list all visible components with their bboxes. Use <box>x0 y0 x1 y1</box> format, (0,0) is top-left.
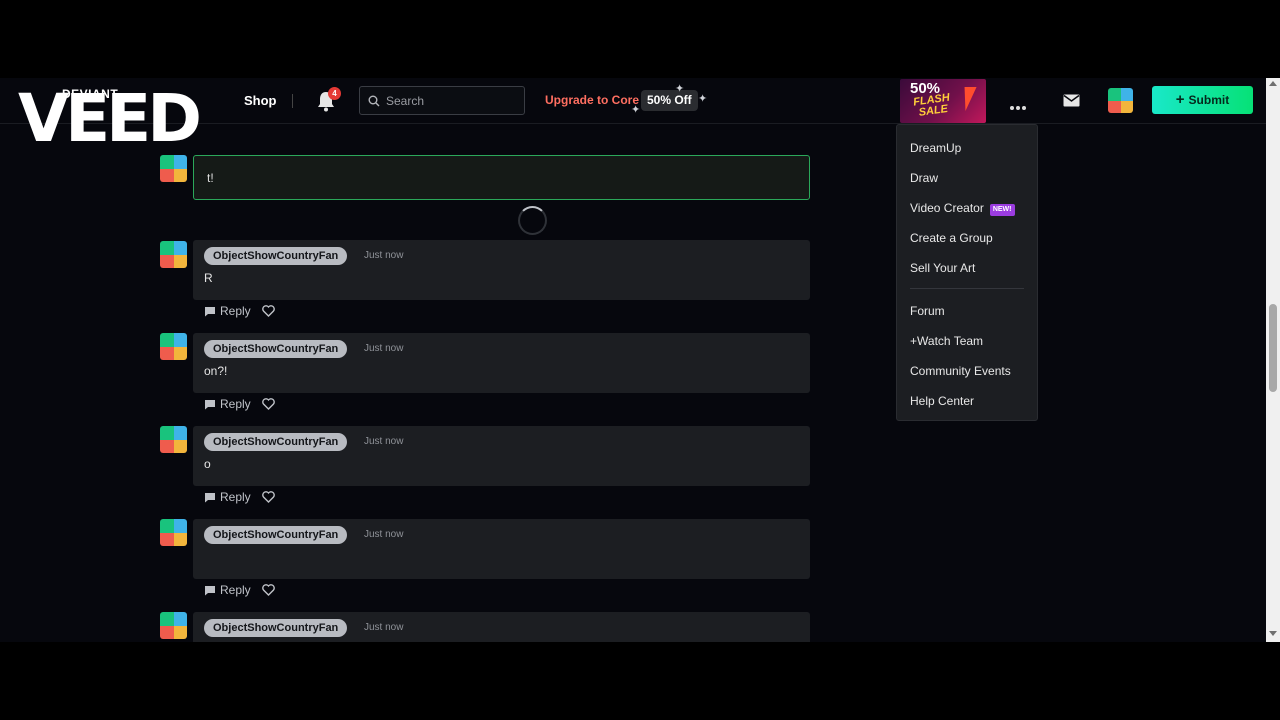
lightning-icon <box>959 87 977 111</box>
reply-button[interactable]: Reply <box>204 397 251 411</box>
comment-avatar[interactable] <box>160 519 187 546</box>
letterbox-bottom <box>0 642 1280 720</box>
more-options-icon[interactable] <box>1010 97 1032 110</box>
scroll-down-arrow-icon[interactable] <box>1269 631 1277 636</box>
reply-button[interactable]: Reply <box>204 583 251 597</box>
comment-username[interactable]: ObjectShowCountryFan <box>204 247 348 265</box>
menu-divider <box>910 288 1024 289</box>
sparkle-icon: ✦ <box>631 104 641 116</box>
reply-label: Reply <box>220 583 251 597</box>
discount-badge[interactable]: 50% Off <box>641 90 698 111</box>
menu-item-video-creator[interactable]: Video Creator NEW! <box>910 201 1015 216</box>
reply-label: Reply <box>220 304 251 318</box>
comment-card: ObjectShowCountryFan Just now on?! <box>193 333 810 393</box>
scroll-thumb[interactable] <box>1269 304 1277 392</box>
menu-item-draw[interactable]: Draw <box>910 171 938 185</box>
veed-watermark: VEED <box>18 80 202 157</box>
reply-button[interactable]: Reply <box>204 490 251 504</box>
more-menu-dropdown: DreamUp Draw Video Creator NEW! Create a … <box>896 124 1038 421</box>
reply-button[interactable]: Reply <box>204 304 251 318</box>
comment-text: o <box>204 457 211 471</box>
comment-timestamp: Just now <box>364 529 404 540</box>
comment-timestamp: Just now <box>364 250 404 261</box>
plus-icon: + <box>1175 91 1185 108</box>
comment-username[interactable]: ObjectShowCountryFan <box>204 526 348 544</box>
comment-card: ObjectShowCountryFan Just now <box>193 612 810 642</box>
comment-input-value: t! <box>207 171 214 185</box>
comment-username[interactable]: ObjectShowCountryFan <box>204 433 348 451</box>
comment-icon <box>205 307 215 317</box>
submit-label: Submit <box>1188 93 1230 107</box>
user-avatar[interactable] <box>1108 88 1133 113</box>
comment-avatar[interactable] <box>160 241 187 268</box>
shop-link[interactable]: Shop <box>244 93 277 108</box>
comment-card: ObjectShowCountryFan Just now R <box>193 240 810 300</box>
menu-item-watch-team[interactable]: +Watch Team <box>910 334 983 348</box>
reply-label: Reply <box>220 397 251 411</box>
comment-icon <box>205 400 215 410</box>
menu-item-forum[interactable]: Forum <box>910 304 945 318</box>
heart-icon[interactable] <box>262 584 275 596</box>
upgrade-core-link[interactable]: Upgrade to Core <box>545 93 639 107</box>
comment-username[interactable]: ObjectShowCountryFan <box>204 340 348 358</box>
flash-sale-text: FLASH SALE <box>913 92 952 120</box>
menu-item-community-events[interactable]: Community Events <box>910 364 1011 378</box>
heart-icon[interactable] <box>262 491 275 503</box>
comment-card: ObjectShowCountryFan Just now o <box>193 426 810 486</box>
comment-icon <box>205 586 215 596</box>
menu-item-video-creator-label: Video Creator <box>910 201 984 215</box>
sparkle-icon: ✦ <box>675 83 685 95</box>
menu-item-create-group[interactable]: Create a Group <box>910 231 993 245</box>
submit-button[interactable]: + Submit <box>1152 86 1253 114</box>
comment-text: R <box>204 271 213 285</box>
comment-icon <box>205 493 215 503</box>
scroll-up-arrow-icon[interactable] <box>1269 81 1277 86</box>
comment-card: ObjectShowCountryFan Just now <box>193 519 810 579</box>
search-icon <box>368 95 380 107</box>
flash-sale-banner[interactable]: 50% FLASH SALE <box>900 79 986 123</box>
sparkle-icon: ✦ <box>698 93 708 105</box>
comment-avatar[interactable] <box>160 333 187 360</box>
heart-icon[interactable] <box>262 398 275 410</box>
new-badge: NEW! <box>989 204 1015 216</box>
search-box[interactable] <box>359 86 525 115</box>
comment-avatar[interactable] <box>160 612 187 639</box>
search-input[interactable] <box>386 92 516 110</box>
comment-text: on?! <box>204 364 228 378</box>
menu-item-help-center[interactable]: Help Center <box>910 394 974 408</box>
menu-item-sell-art[interactable]: Sell Your Art <box>910 261 975 275</box>
letterbox-top <box>0 0 1280 78</box>
reply-label: Reply <box>220 490 251 504</box>
flash-sale-line2: SALE <box>918 102 949 119</box>
loading-spinner <box>518 206 547 235</box>
page-scrollbar[interactable] <box>1266 78 1280 642</box>
comment-username[interactable]: ObjectShowCountryFan <box>204 619 348 637</box>
comment-timestamp: Just now <box>364 436 404 447</box>
comment-input[interactable]: t! <box>193 155 810 200</box>
compose-avatar <box>160 155 187 182</box>
browser-viewport: DEVIANT Shop 4 Upgrade to Core 50% Off ✦… <box>0 78 1280 642</box>
heart-icon[interactable] <box>262 305 275 317</box>
comment-timestamp: Just now <box>364 622 404 633</box>
header-divider <box>292 94 293 108</box>
menu-item-dreamup[interactable]: DreamUp <box>910 141 961 155</box>
mail-icon[interactable] <box>1063 94 1080 107</box>
comment-avatar[interactable] <box>160 426 187 453</box>
notification-badge: 4 <box>328 87 341 100</box>
comment-timestamp: Just now <box>364 343 404 354</box>
